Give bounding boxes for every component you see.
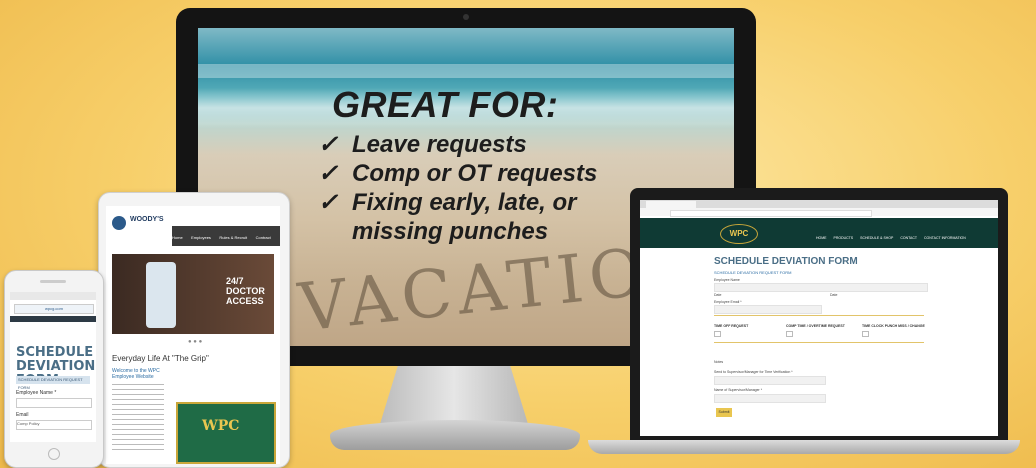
site-nav-item[interactable]: PRODUCTS <box>833 236 853 240</box>
phone-select-input[interactable]: Comp Policy <box>16 420 92 430</box>
approver-label: Send to Supervisor/Manager for Time Veri… <box>714 370 793 374</box>
tablet-paragraph <box>112 384 164 454</box>
wave-foam <box>198 64 734 78</box>
promo-item-text: Leave requests <box>352 131 527 158</box>
tablet-hero-text: 24/7 DOCTOR ACCESS <box>226 276 265 306</box>
phone-url-bar[interactable]: wpcg.com <box>14 304 94 314</box>
promo-item-text: missing punches <box>352 218 549 245</box>
time-off-checkbox[interactable] <box>714 331 721 337</box>
form-subtitle: SCHEDULE DEVIATION REQUEST FORM <box>714 270 792 275</box>
field-label: Date <box>830 293 838 297</box>
laptop-base <box>588 440 1020 454</box>
site-header <box>640 218 998 248</box>
promo-heading: GREAT FOR: <box>332 84 559 125</box>
phone-label-name: Employee Name * <box>16 390 57 396</box>
carousel-dots[interactable]: ● ● ● <box>188 339 202 345</box>
employee-email-input[interactable] <box>714 305 822 314</box>
check-icon: ✓ <box>318 160 339 187</box>
site-nav: HOME PRODUCTS SCHEDULE & SHOP CONTACT CO… <box>816 236 972 240</box>
promo-item-continuation: missing punches <box>318 217 597 246</box>
promo-list: ✓ Leave requests ✓ Comp or OT requests ✓… <box>318 130 597 246</box>
section-time-off: TIME OFF REQUEST <box>714 324 749 328</box>
site-nav-item[interactable]: CONTACT INFORMATION <box>924 236 966 240</box>
promo-item-text: Comp or OT requests <box>352 160 598 187</box>
submit-button[interactable]: Submit <box>716 408 732 417</box>
divider <box>714 342 924 343</box>
promo-item: ✓ Fixing early, late, or <box>318 188 597 217</box>
tablet-logo-icon <box>112 216 126 230</box>
site-nav-item[interactable]: SCHEDULE & SHOP <box>860 236 893 240</box>
field-label: Date <box>714 293 722 297</box>
approver-input[interactable] <box>714 376 826 385</box>
supervisor-name-label: Name of Supervisor/Manager * <box>714 388 763 392</box>
tablet-nav-item[interactable]: Rules & Recruit <box>219 235 247 240</box>
tablet-nav-item[interactable]: Home <box>172 235 183 240</box>
punch-checkbox[interactable] <box>862 331 869 337</box>
comp-time-checkbox[interactable] <box>786 331 793 337</box>
tablet-heading: Everyday Life At "The Grip" <box>112 354 209 363</box>
divider <box>714 315 924 316</box>
phone-label-email: Email <box>16 412 29 418</box>
phone-form-banner: SCHEDULE DEVIATION REQUEST FORM <box>16 376 90 390</box>
supervisor-name-input[interactable] <box>714 394 826 403</box>
phone-nav-bar[interactable] <box>10 316 96 322</box>
section-comp-time: COMP TIME / OVERTIME REQUEST <box>786 324 845 328</box>
monitor-stand-neck <box>380 366 528 424</box>
phone-screen: wpcg.com SCHEDULE DEVIATION FORM SCHEDUL… <box>10 292 96 442</box>
site-nav-item[interactable]: HOME <box>816 236 827 240</box>
field-label: Employee Name <box>714 278 740 282</box>
laptop-screen: WPC HOME PRODUCTS SCHEDULE & SHOP CONTAC… <box>640 200 998 436</box>
employee-name-input[interactable] <box>714 283 928 292</box>
form-title: SCHEDULE DEVIATION FORM <box>714 256 858 267</box>
phone-speaker <box>40 280 66 283</box>
tablet-hero-phone-image <box>146 262 176 328</box>
section-punch: TIME CLOCK PUNCH MISS / CHANGE <box>862 324 925 328</box>
tablet-logo[interactable]: WOODY'S <box>130 216 170 224</box>
phone-home-button[interactable] <box>48 448 60 460</box>
promo-item: ✓ Comp or OT requests <box>318 159 597 188</box>
tablet-screen: WOODY'S Home Employees Rules & Recruit C… <box>106 206 280 464</box>
monitor-stand-foot <box>330 420 580 450</box>
notes-label: Notes <box>714 360 724 364</box>
site-nav-item[interactable]: CONTACT <box>900 236 917 240</box>
tablet-subheading[interactable]: Welcome to the WPC Employee Website <box>112 368 172 380</box>
promo-item-text: Fixing early, late, or <box>352 189 577 216</box>
camera-dot <box>463 14 469 20</box>
field-label: Employee Email * <box>714 300 742 304</box>
site-logo[interactable]: WPC <box>720 224 758 244</box>
phone-status-bar <box>10 292 96 300</box>
browser-tab[interactable] <box>646 201 696 208</box>
phone-name-input[interactable] <box>16 398 92 408</box>
check-icon: ✓ <box>318 189 339 216</box>
promo-item: ✓ Leave requests <box>318 130 597 159</box>
tablet-card-logo: WPC <box>202 418 240 434</box>
check-icon: ✓ <box>318 131 339 158</box>
browser-url-input[interactable] <box>670 210 872 217</box>
tablet-nav: Home Employees Rules & Recruit Contract … <box>172 226 280 258</box>
tablet-nav-item[interactable]: Employees <box>191 235 211 240</box>
